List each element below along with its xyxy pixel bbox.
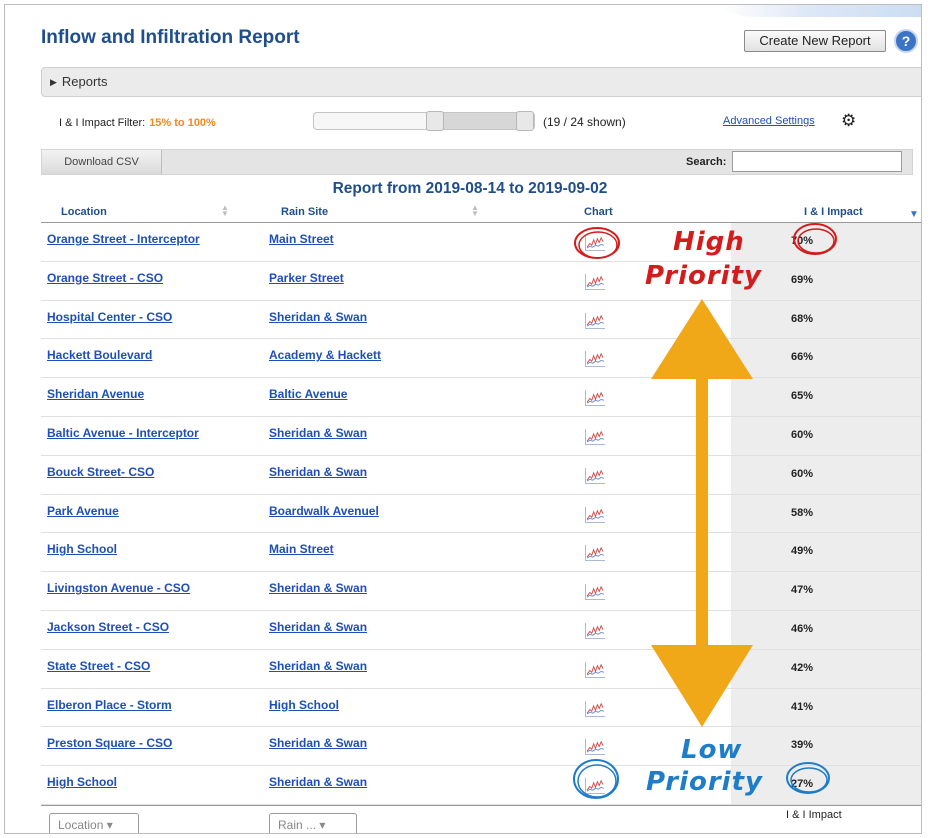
high-impact-circle-inner <box>797 228 835 254</box>
high-priority-label-line2: Priority <box>645 261 762 291</box>
chevron-down-icon: ▾ <box>319 818 326 832</box>
priority-double-arrow <box>651 299 753 727</box>
table-footer: Location ▾ Rain ... ▾ I & I Impact <box>41 805 921 833</box>
low-chart-circle-inner <box>577 764 617 798</box>
location-select-value: Location <box>58 818 104 832</box>
priority-annotation-overlay <box>573 223 837 799</box>
rain-site-filter-select[interactable]: Rain ... ▾ <box>269 813 357 833</box>
location-filter-select[interactable]: Location ▾ <box>49 813 139 833</box>
chevron-down-icon: ▾ <box>106 818 113 832</box>
footer-impact-label: I & I Impact <box>786 809 842 821</box>
low-impact-circle-inner <box>790 767 828 793</box>
high-priority-label-line1: High <box>673 227 745 257</box>
rain-select-value: Rain ... <box>278 818 317 832</box>
low-priority-label-line2: Priority <box>646 767 763 797</box>
high-chart-circle-inner <box>578 231 618 259</box>
report-window: Inflow and Infiltration Report Create Ne… <box>4 4 922 834</box>
low-priority-label-line1: Low <box>681 735 743 765</box>
